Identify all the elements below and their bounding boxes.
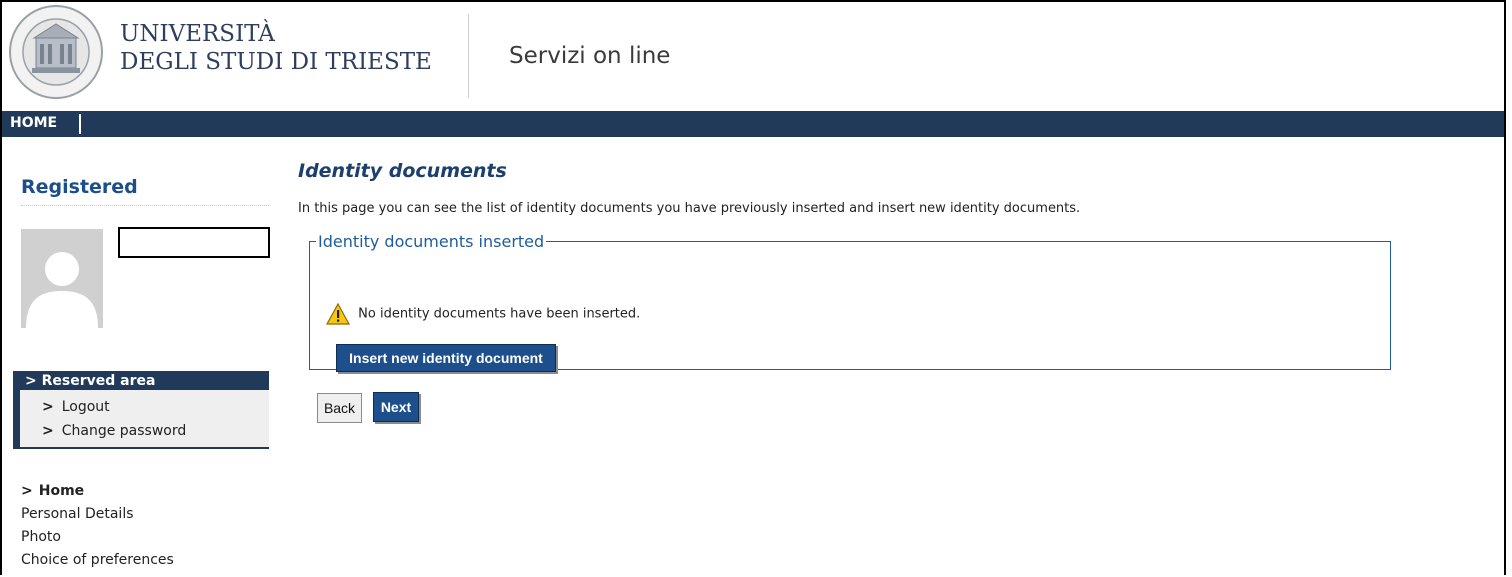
section-legend: Identity documents inserted: [318, 232, 545, 251]
home-label: Home: [38, 483, 85, 499]
username-redacted-box: [118, 227, 270, 258]
page-intro-text: In this page you can see the list of ide…: [298, 201, 1081, 216]
sidebar-divider: [21, 205, 269, 206]
university-name-line1: UNIVERSITÀ: [120, 21, 275, 47]
user-silhouette-icon: [26, 252, 98, 328]
sidebar-item-logout[interactable]: > Logout: [42, 399, 110, 415]
sidebar-item-change-password[interactable]: > Change password: [42, 423, 186, 439]
reserved-area-list: > Logout > Change password: [20, 390, 269, 447]
sidebar-title: Registered: [21, 176, 138, 198]
next-button[interactable]: Next: [373, 392, 419, 422]
back-button[interactable]: Back: [317, 393, 362, 423]
header: UNIVERSITÀ DEGLI STUDI DI TRIESTE Serviz…: [2, 2, 1504, 111]
sidebar-item-photo[interactable]: Photo: [21, 529, 174, 552]
sidebar-item-personal-details[interactable]: Personal Details: [21, 506, 174, 529]
reserved-area-panel: > Reserved area > Logout > Change password: [13, 371, 269, 449]
university-name: UNIVERSITÀ DEGLI STUDI DI TRIESTE: [120, 20, 432, 76]
nav-home-link[interactable]: HOME: [10, 115, 57, 131]
logout-label: Logout: [61, 399, 110, 415]
chevron-right-icon: >: [25, 373, 37, 389]
chevron-right-icon: >: [21, 483, 33, 499]
chevron-right-icon: >: [42, 399, 54, 415]
service-title: Servizi on line: [509, 43, 671, 69]
warning-text: No identity documents have been inserted…: [358, 306, 641, 322]
insert-new-identity-document-button[interactable]: Insert new identity document: [336, 344, 556, 372]
sidebar-item-choice-of-preferences[interactable]: Choice of preferences: [21, 552, 174, 575]
sidebar-menu: > Home Personal Details Photo Choice of p…: [21, 483, 174, 575]
identity-documents-section: Identity documents inserted No identity …: [309, 232, 1391, 372]
change-password-label: Change password: [61, 423, 187, 439]
page-title: Identity documents: [298, 160, 507, 182]
chevron-right-icon: >: [42, 423, 54, 439]
warning-icon: [325, 302, 351, 325]
avatar: [21, 229, 103, 328]
reserved-area-heading[interactable]: > Reserved area: [25, 373, 155, 389]
top-navbar: HOME: [2, 111, 1504, 137]
header-divider: [468, 14, 469, 98]
university-name-line2: DEGLI STUDI DI TRIESTE: [120, 49, 432, 75]
reserved-area-label: Reserved area: [41, 373, 156, 389]
nav-divider: [79, 114, 81, 134]
university-seal-logo: [9, 5, 103, 99]
sidebar-item-home[interactable]: > Home: [21, 483, 174, 506]
no-documents-warning: No identity documents have been inserted…: [325, 302, 641, 325]
